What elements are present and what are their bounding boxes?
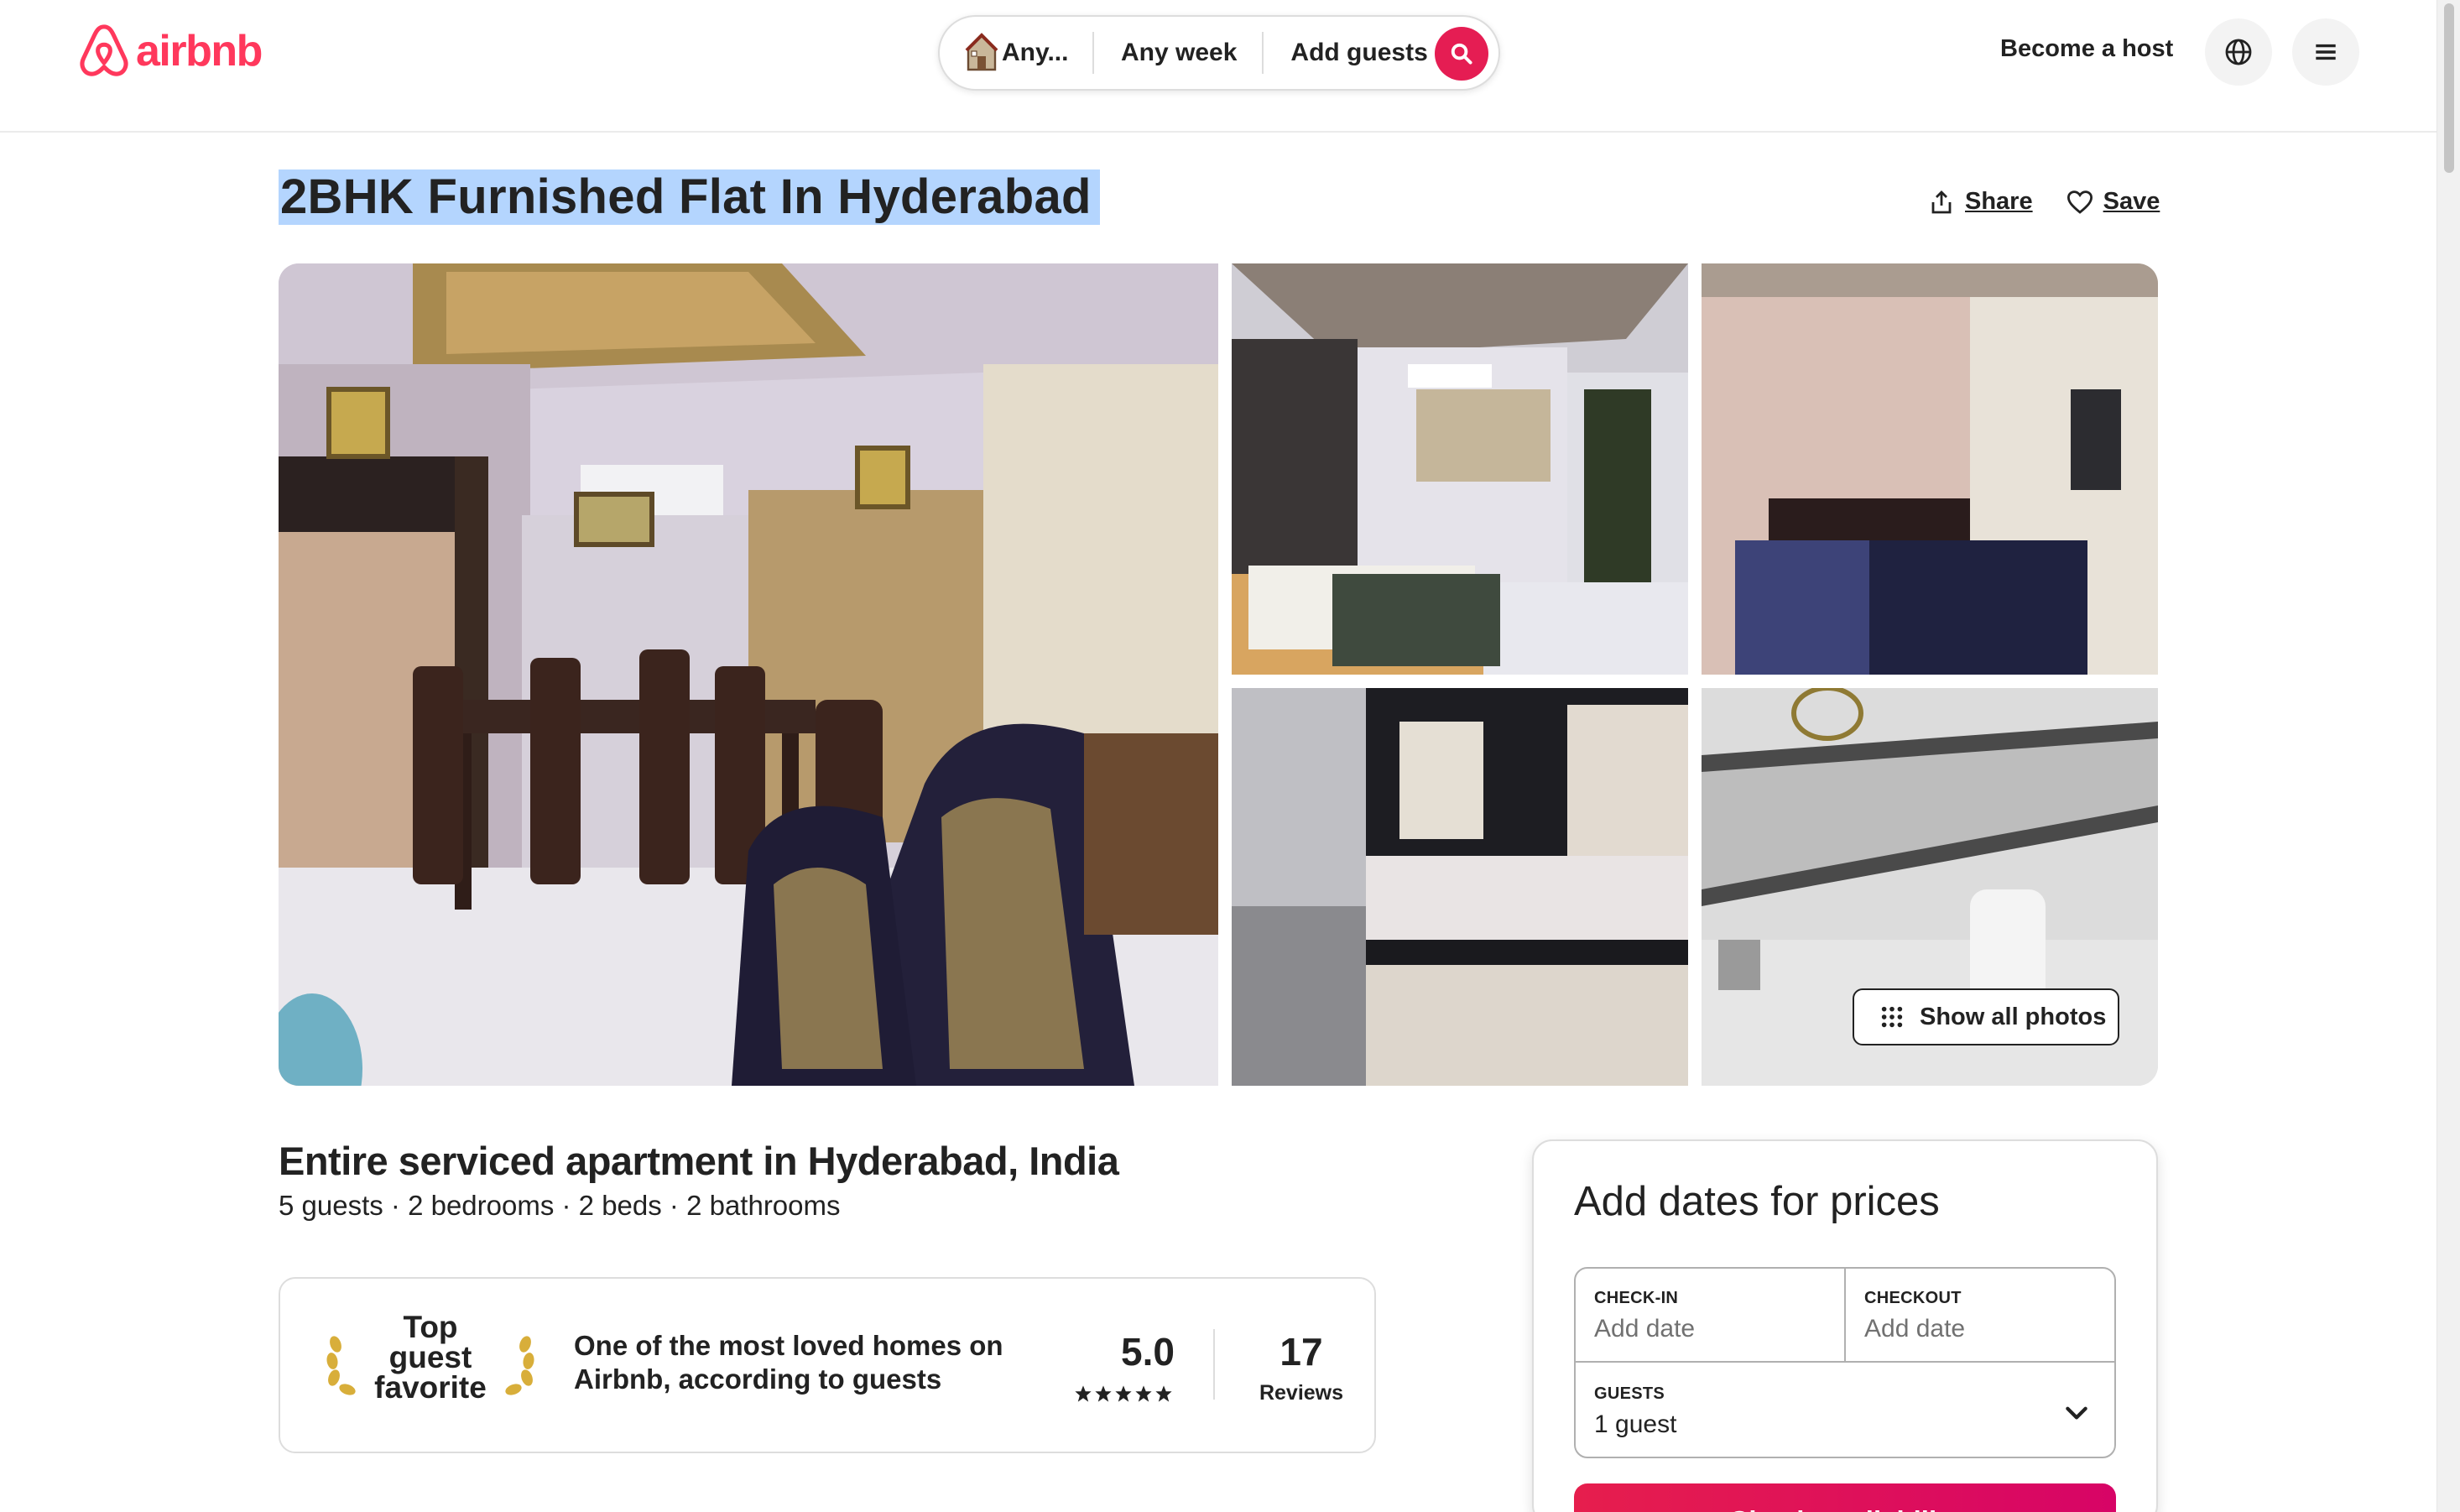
living-room-photo-image [279, 263, 1218, 1086]
listing-subtitle: Entire serviced apartment in Hyderabad, … [279, 1139, 1119, 1183]
main-menu-button[interactable] [2292, 18, 2359, 86]
brand-name: airbnb [136, 27, 263, 76]
photo-kitchen[interactable] [1232, 688, 1688, 1086]
top-navigation-bar: airbnb Any... Any week Add guests Become… [0, 0, 2437, 133]
listing-title: 2BHK Furnished Flat In Hyderabad [279, 169, 1100, 225]
language-button[interactable] [2205, 18, 2272, 86]
share-label: Share [1965, 188, 2033, 215]
booking-heading: Add dates for prices [1574, 1179, 1940, 1224]
review-count: 17 [1280, 1330, 1323, 1374]
star-icon [1135, 1385, 1152, 1402]
search-when[interactable]: Any week [1094, 39, 1262, 67]
star-icon [1155, 1385, 1172, 1402]
page-scrollbar[interactable] [2437, 0, 2460, 1512]
bedroom-one-photo-image [1232, 263, 1688, 675]
date-range-row: CHECK-IN Add date CHECKOUT Add date [1576, 1269, 2114, 1363]
photo-bedroom-two[interactable] [1702, 263, 2158, 675]
laurel-left-icon [326, 1336, 356, 1395]
booking-card: Add dates for prices CHECK-IN Add date C… [1532, 1139, 2158, 1512]
guest-favorite-label: Top guest favorite [374, 1310, 487, 1405]
hamburger-menu-icon [2316, 44, 2336, 60]
guest-favorite-divider [1213, 1329, 1215, 1400]
reviews-label: Reviews [1259, 1381, 1344, 1405]
checkin-value: Add date [1594, 1315, 1696, 1343]
share-icon [1931, 190, 1952, 213]
photo-living-dining-room[interactable] [279, 263, 1218, 1086]
bedroom-two-photo-image [1702, 263, 2158, 675]
guest-favorite-card[interactable]: Top guest favorite One of the most loved… [279, 1277, 1376, 1453]
star-icon [1115, 1385, 1132, 1402]
save-label: Save [2103, 188, 2160, 215]
checkin-field[interactable]: CHECK-IN Add date [1576, 1269, 1846, 1363]
scrollbar-thumb[interactable] [2444, 3, 2454, 173]
checkout-field[interactable]: CHECKOUT Add date [1846, 1269, 2116, 1363]
photo-gallery [279, 263, 2158, 1086]
photo-bedroom-one[interactable] [1232, 263, 1688, 675]
rating-stars [1074, 1384, 1173, 1403]
checkin-label: CHECK-IN [1594, 1289, 1679, 1307]
laurel-right-icon [505, 1336, 534, 1395]
guest-favorite-description: One of the most loved homes on Airbnb, a… [574, 1330, 1003, 1395]
house-icon [965, 33, 998, 71]
heart-icon [2067, 190, 2093, 214]
search-where-label: Any... [1002, 39, 1069, 66]
airbnb-logo-icon [80, 24, 128, 76]
save-button[interactable]: Save [2067, 188, 2160, 216]
become-host-link[interactable]: Become a host [2000, 35, 2173, 63]
grid-dots-icon [1881, 1006, 1903, 1028]
guest-favorite-badge: Top guest favorite [324, 1310, 537, 1413]
airbnb-logo[interactable]: airbnb [77, 23, 263, 79]
show-all-photos-label: Show all photos [1920, 1003, 2107, 1030]
booking-date-guest-picker: CHECK-IN Add date CHECKOUT Add date GUES… [1574, 1267, 2116, 1458]
checkout-value: Add date [1864, 1315, 1966, 1343]
search-icon [1451, 43, 1472, 65]
star-icon [1095, 1385, 1112, 1402]
globe-icon [2225, 39, 2252, 65]
guests-value: 1 guest [1594, 1410, 1677, 1438]
guests-label: GUESTS [1594, 1384, 1665, 1403]
share-button[interactable]: Share [1928, 188, 2033, 216]
listing-details: 5 guests · 2 bedrooms · 2 beds · 2 bathr… [279, 1190, 841, 1221]
checkout-label: CHECKOUT [1864, 1289, 1962, 1307]
search-guests[interactable]: Add guests [1264, 39, 1427, 67]
kitchen-photo-image [1232, 688, 1688, 1086]
guests-selector[interactable]: GUESTS 1 guest [1576, 1363, 2114, 1458]
rating-value: 5.0 [1121, 1330, 1175, 1374]
search-where[interactable]: Any... [940, 17, 1092, 89]
show-all-photos-button[interactable]: Show all photos [1853, 988, 2119, 1045]
star-icon [1075, 1385, 1092, 1402]
search-bar[interactable]: Any... Any week Add guests [938, 15, 1500, 91]
title-actions: Share Save [1928, 188, 2160, 216]
search-button[interactable] [1435, 27, 1488, 81]
check-availability-button[interactable]: Check availability [1574, 1483, 2116, 1512]
chevron-down-icon [2066, 1406, 2087, 1420]
